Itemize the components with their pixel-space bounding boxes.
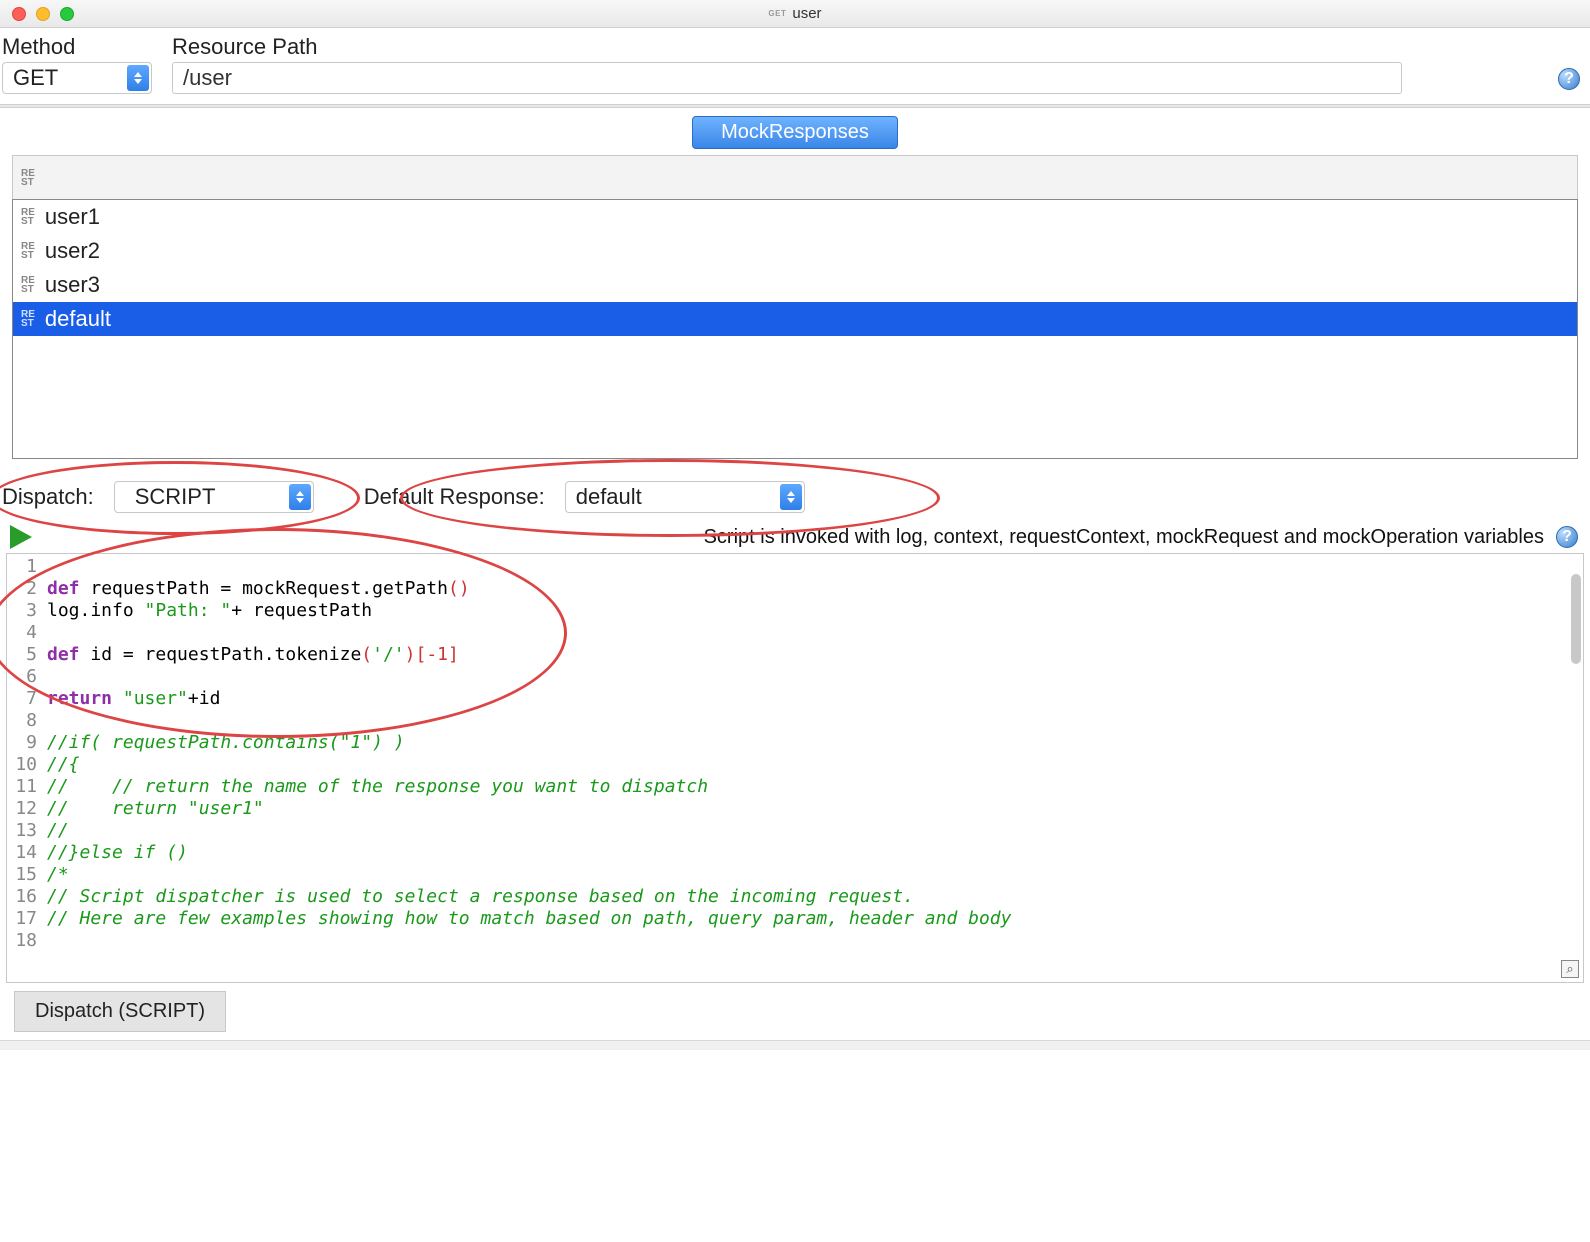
mock-responses-toolbar: REST <box>12 155 1578 199</box>
bottom-tab-area: Dispatch (SCRIPT) <box>0 983 1590 1040</box>
select-stepper-icon <box>780 484 802 510</box>
method-label: Method <box>2 34 152 60</box>
code-area[interactable]: def requestPath = mockRequest.getPath() … <box>41 554 1583 982</box>
script-header: Script is invoked with log, context, req… <box>0 525 1590 553</box>
method-value: GET <box>13 65 58 91</box>
script-editor[interactable]: 1 2 3 4 5 6 7 8 9 10 11 12 13 14 15 16 1… <box>6 553 1584 983</box>
find-icon[interactable]: ⌕ <box>1561 960 1579 978</box>
list-item-label: user1 <box>45 204 100 230</box>
default-response-select[interactable]: default <box>565 481 805 513</box>
title-method-badge: GET <box>768 9 786 18</box>
select-stepper-icon <box>127 65 149 91</box>
script-hint: Script is invoked with log, context, req… <box>52 526 1550 549</box>
vertical-scrollbar[interactable] <box>1571 574 1581 664</box>
rest-icon: REST <box>21 310 35 328</box>
run-script-button[interactable] <box>10 525 32 549</box>
dispatch-select[interactable]: SCRIPT <box>114 481 314 513</box>
rest-icon: REST <box>21 242 35 260</box>
dispatch-script-tab[interactable]: Dispatch (SCRIPT) <box>14 991 226 1032</box>
horizontal-scrollbar[interactable] <box>0 1040 1590 1050</box>
list-item-label: user3 <box>45 272 100 298</box>
select-stepper-icon <box>289 484 311 510</box>
dispatch-label: Dispatch: <box>2 484 94 510</box>
default-response-label: Default Response: <box>364 484 545 510</box>
mock-responses-list[interactable]: REST user1 REST user2 REST user3 REST default <box>12 199 1578 459</box>
method-select[interactable]: GET <box>2 62 152 94</box>
list-item-label: user2 <box>45 238 100 264</box>
window-title: user <box>792 5 821 22</box>
default-response-value: default <box>576 484 642 510</box>
help-icon[interactable]: ? <box>1556 526 1578 548</box>
list-item[interactable]: REST user1 <box>13 200 1577 234</box>
window-titlebar: GET user <box>0 0 1590 28</box>
list-item[interactable]: REST default <box>13 302 1577 336</box>
resource-path-input[interactable] <box>172 62 1402 94</box>
dispatch-value: SCRIPT <box>125 484 216 510</box>
list-item[interactable]: REST user2 <box>13 234 1577 268</box>
mock-responses-panel: MockResponses REST RESTuser1RESTuser2RES… <box>0 108 1590 467</box>
dispatch-config-row: Dispatch: SCRIPT Default Response: defau… <box>0 467 1590 525</box>
rest-icon: REST <box>21 208 35 226</box>
request-config-row: Method GET Resource Path ? <box>0 28 1590 104</box>
rest-icon: REST <box>21 276 35 294</box>
mock-responses-tab[interactable]: MockResponses <box>692 116 898 149</box>
line-number-gutter: 1 2 3 4 5 6 7 8 9 10 11 12 13 14 15 16 1… <box>7 554 41 982</box>
resource-path-label: Resource Path <box>172 34 1538 60</box>
help-icon[interactable]: ? <box>1558 68 1580 90</box>
list-item-label: default <box>45 306 111 332</box>
rest-icon[interactable]: REST <box>21 169 35 187</box>
list-item[interactable]: REST user3 <box>13 268 1577 302</box>
